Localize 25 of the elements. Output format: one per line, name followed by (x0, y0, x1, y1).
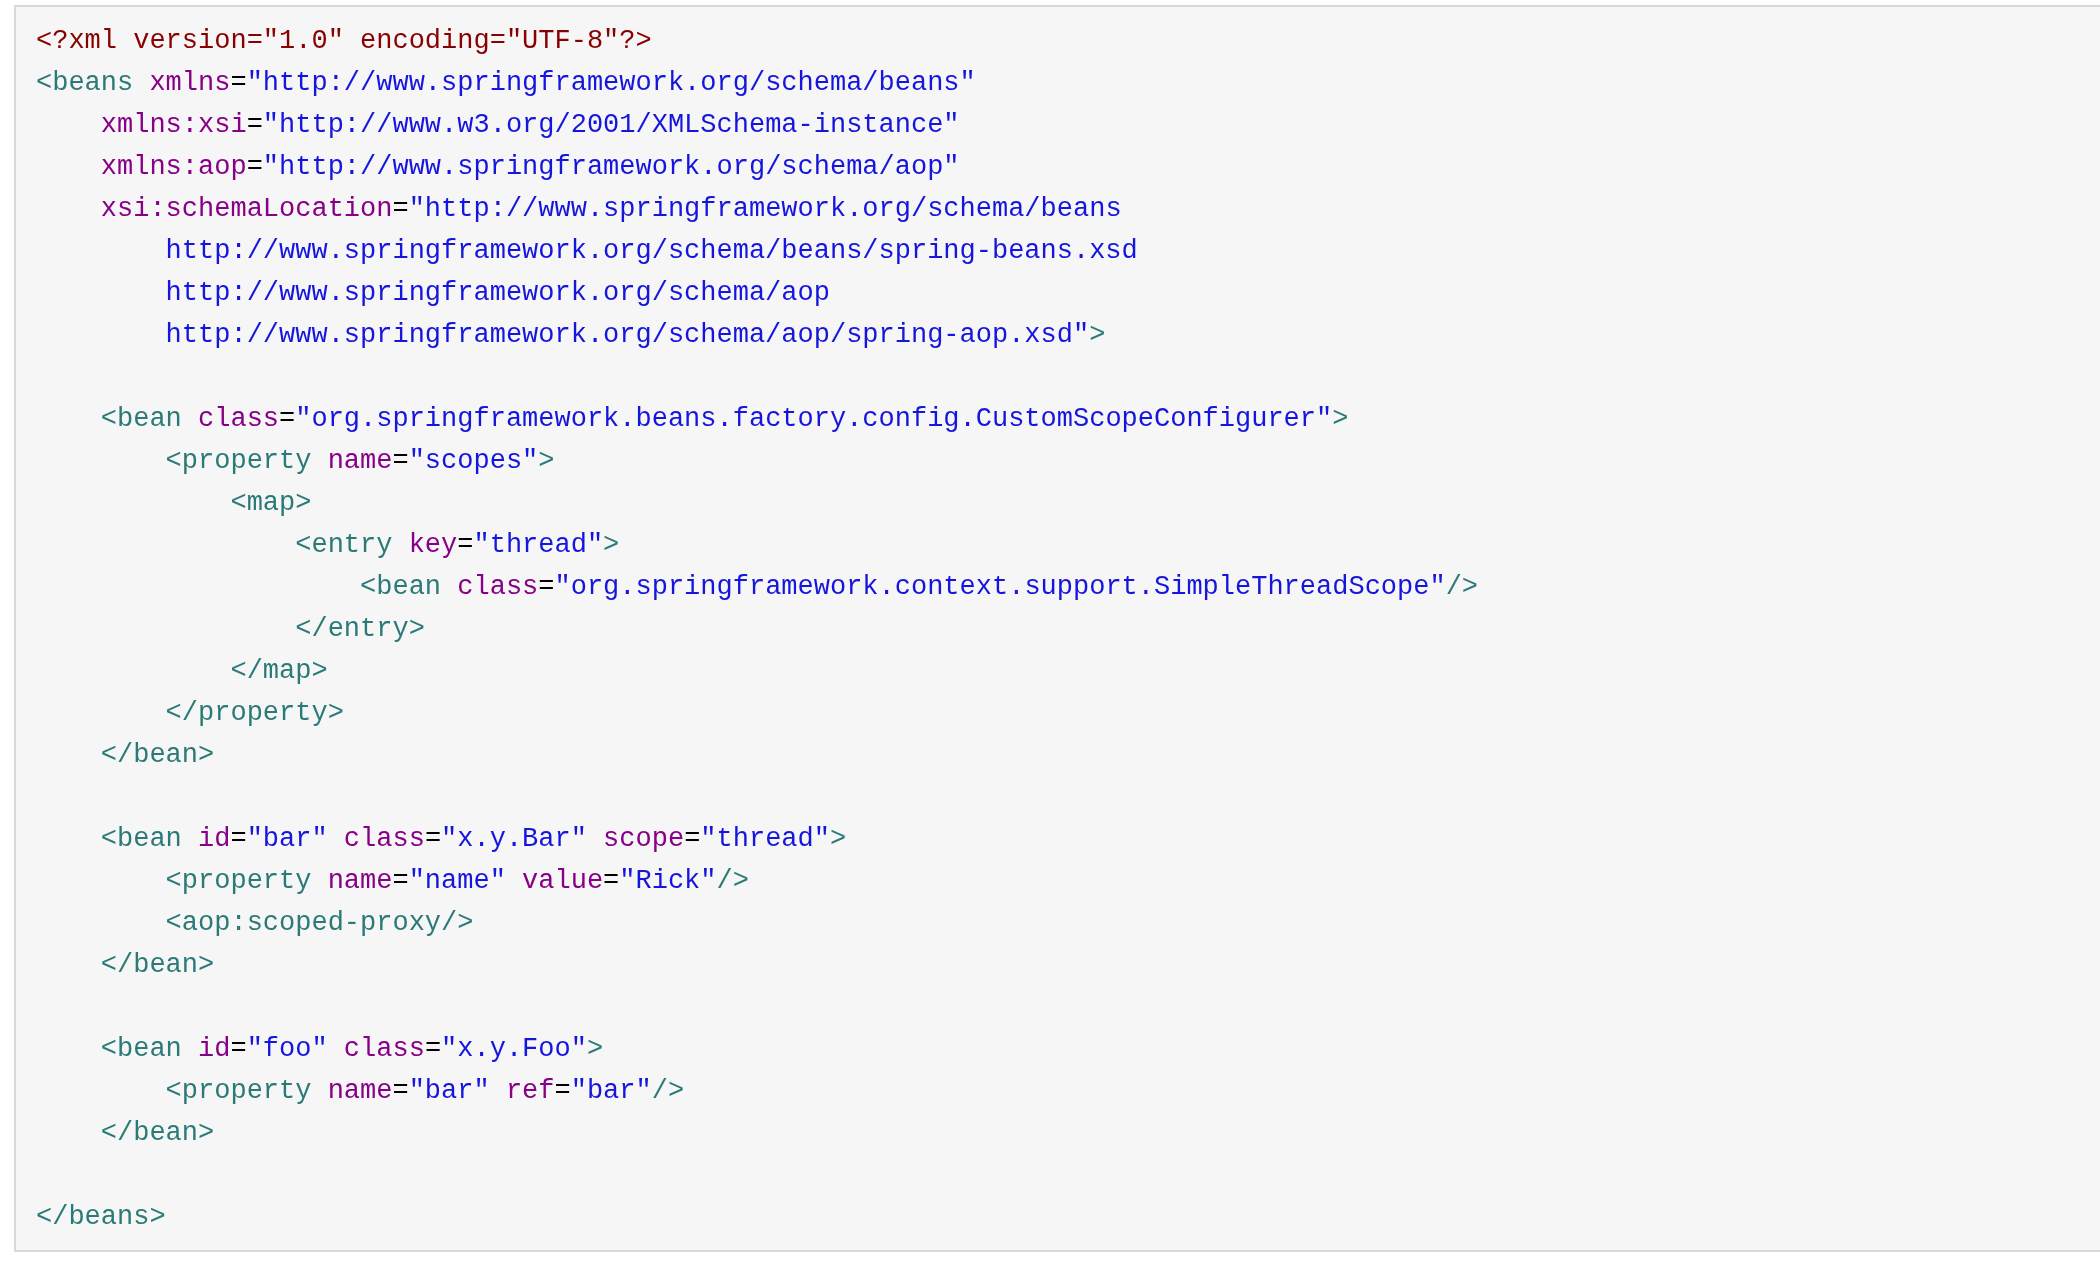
code-line: http://www.springframework.org/schema/aop/spring-aop.xsd"> (164, 319, 1106, 352)
code-line: <property name="name" value="Rick"/> (164, 865, 749, 898)
code-line: <bean class="org.springframework.context.support.SimpleThreadScope"/> (359, 571, 1479, 604)
code-line: xmlns:xsi="http://www.w3.org/2001/XMLSchema-instance" (99, 109, 960, 142)
code-line: <map> (229, 487, 312, 520)
code-line: <aop:scoped-proxy/> (164, 907, 474, 940)
code-line: <bean id="foo" class="x.y.Foo"> (99, 1033, 604, 1066)
code-line: </map> (229, 655, 328, 688)
code-line: <property name="scopes"> (164, 445, 555, 478)
code-line: </bean> (99, 739, 215, 772)
code-line: <beans xmlns="http://www.springframework.org/schema/beans" (36, 67, 976, 100)
code-line: xsi:schemaLocation="http://www.springframework.org/schema/beans (99, 193, 1122, 226)
code-line: <bean class="org.springframework.beans.factory.config.CustomScopeConfigurer"> (99, 403, 1349, 436)
code-line: </property> (164, 697, 344, 730)
code-line: <property name="bar" ref="bar"/> (164, 1075, 685, 1108)
code-line: </bean> (99, 1117, 215, 1150)
code-line: xmlns:aop="http://www.springframework.org/schema/aop" (99, 151, 960, 184)
code-line: </entry> (294, 613, 425, 646)
code-line: http://www.springframework.org/schema/aop (164, 277, 830, 310)
code-line: http://www.springframework.org/schema/beans/spring-beans.xsd (164, 235, 1138, 268)
code-line: <entry key="thread"> (294, 529, 620, 562)
code-line: </beans> (36, 1201, 166, 1234)
code-line: </bean> (99, 949, 215, 982)
code-line: <?xml version="1.0" encoding="UTF-8"?> (36, 25, 652, 58)
code-line: <bean id="bar" class="x.y.Bar" scope="thread"> (99, 823, 847, 856)
